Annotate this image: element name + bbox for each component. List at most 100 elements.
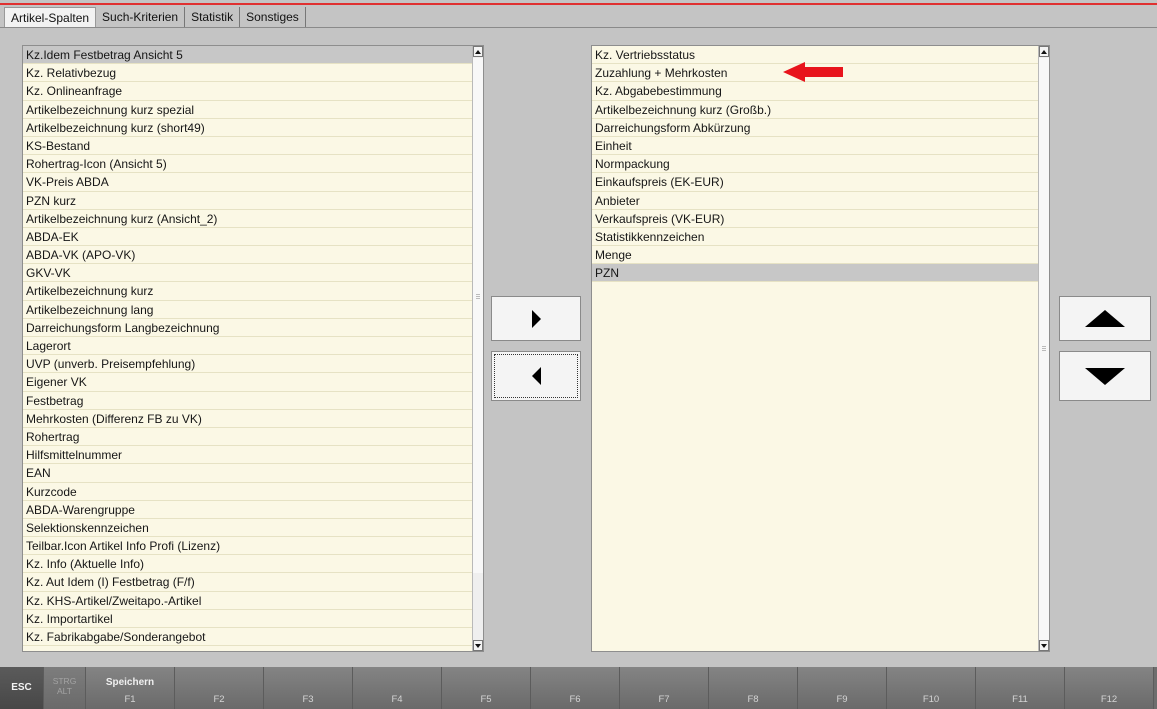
list-item[interactable]: Kz. Info (Aktuelle Info) [23,555,473,574]
list-item[interactable]: Kz. KHS-Artikel/Zweitapo.-Artikel [23,592,473,610]
list-item[interactable]: Rohertrag [23,428,473,447]
fkey-f4-button[interactable]: F4 [353,667,442,709]
fkey-number: F11 [1012,694,1028,705]
scroll-down-button[interactable] [1039,640,1049,651]
fkey-number: F3 [302,694,314,705]
fkey-number: F12 [1100,694,1118,705]
selected-columns-scrollbar[interactable] [1038,46,1049,651]
fkey-f2-button[interactable]: F2 [175,667,264,709]
fkey-f3-button[interactable]: F3 [264,667,353,709]
list-item[interactable]: Kz. Relativbezug [23,64,473,83]
annotation-arrow-icon [783,62,843,82]
list-item[interactable]: Kz. Importartikel [23,610,473,628]
scroll-down-button[interactable] [473,640,483,651]
top-accent-line [0,3,1157,5]
strg-alt-key-button[interactable]: STRG ALT [44,667,86,709]
fkey-number: F10 [922,694,940,705]
fkey-f11-button[interactable]: F11 [976,667,1065,709]
fkey-f12-button[interactable]: F12 [1065,667,1154,709]
list-item[interactable]: Kz. Aut Idem (I) Festbetrag (F/f) [23,573,473,592]
list-item[interactable]: Statistikkennzeichen [592,228,1039,247]
list-item[interactable]: Artikelbezeichnung kurz (Großb.) [592,101,1039,119]
fkey-f5-button[interactable]: F5 [442,667,531,709]
fkey-f8-button[interactable]: F8 [709,667,798,709]
function-key-bar: ESC STRG ALT Speichern F1 F2 F3 F4 F5 F6 F7 F8 F9 F10… [0,667,1157,709]
list-item[interactable]: Festbetrag [23,392,473,410]
list-item[interactable]: Kz. Onlineanfrage [23,82,473,101]
list-item[interactable]: Verkaufspreis (VK-EUR) [592,210,1039,228]
scroll-up-button[interactable] [473,46,483,57]
list-item[interactable]: PZN kurz [23,192,473,210]
fkey-f7-button[interactable]: F7 [620,667,709,709]
list-item[interactable]: Hilfsmittelnummer [23,446,473,465]
list-item[interactable]: KS-Bestand [23,137,473,156]
list-item[interactable]: Kz. Fabrikabgabe/Sonderangebot [23,628,473,647]
triangle-down-icon [1085,367,1125,385]
key-label: STRG [52,676,77,686]
list-item[interactable]: VK-Preis ABDA [23,173,473,192]
list-item[interactable]: Selektionskennzeichen [23,519,473,538]
list-item[interactable]: Artikelbezeichnung kurz (short49) [23,119,473,137]
esc-key-button[interactable]: ESC [0,667,44,709]
list-item[interactable]: Artikelbezeichnung lang [23,301,473,319]
tab-such-kriterien[interactable]: Such-Kriterien [96,7,186,28]
triangle-up-icon [1085,310,1125,327]
remove-column-button[interactable] [491,351,581,401]
list-item[interactable]: Eigener VK [23,373,473,392]
list-item[interactable]: Darreichungsform Abkürzung [592,119,1039,137]
list-item[interactable]: Einkaufspreis (EK-EUR) [592,173,1039,192]
available-columns-list[interactable]: Kz.Idem Festbetrag Ansicht 5 Kz. Relativb… [22,45,484,652]
list-item[interactable]: Artikelbezeichnung kurz (Ansicht_2) [23,210,473,228]
fkey-number: F8 [747,694,759,705]
list-item[interactable]: Teilbar.Icon Artikel Info Profi (Lizenz) [23,537,473,556]
fkey-f1-button[interactable]: Speichern F1 [86,667,175,709]
fkey-action-label: Speichern [105,677,155,688]
available-columns-scrollbar[interactable] [472,46,483,651]
scroll-up-icon [475,49,481,54]
scroll-down-icon [475,643,481,648]
tab-divider [0,27,1157,28]
add-column-button[interactable] [491,296,581,341]
fkey-f10-button[interactable]: F10 [887,667,976,709]
list-item[interactable]: Artikelbezeichnung kurz [23,282,473,301]
list-item[interactable]: UVP (unverb. Preisempfehlung) [23,355,473,374]
list-item[interactable]: Lagerort [23,337,473,356]
list-item[interactable]: Menge [592,246,1039,265]
list-item[interactable]: EAN [23,464,473,483]
selected-columns-list[interactable]: Kz. Vertriebsstatus Zuzahlung + Mehrkoste… [591,45,1050,652]
tab-sonstiges[interactable]: Sonstiges [240,7,306,28]
key-label: ESC [11,682,32,693]
scroll-up-icon [1041,49,1047,54]
list-item[interactable]: ABDA-EK [23,228,473,247]
fkey-number: F7 [658,694,670,705]
list-item[interactable]: GKV-VK [23,264,473,283]
list-item[interactable]: Anbieter [592,192,1039,210]
list-item[interactable]: ABDA-Warengruppe [23,501,473,519]
scroll-down-icon [1041,643,1047,648]
list-item[interactable]: Normpackung [592,155,1039,174]
list-item[interactable]: Rohertrag-Icon (Ansicht 5) [23,155,473,174]
list-item[interactable]: Einheit [592,137,1039,156]
move-up-button[interactable] [1059,296,1151,341]
key-label: ALT [57,686,72,696]
list-item[interactable]: Kz.Idem Festbetrag Ansicht 5 [23,46,473,65]
fkey-number: F6 [569,694,581,705]
list-item[interactable]: Artikelbezeichnung kurz spezial [23,101,473,119]
list-item[interactable]: ABDA-VK (APO-VK) [23,246,473,265]
scroll-thumb[interactable] [1039,58,1049,640]
fkey-number: F1 [124,694,136,705]
fkey-f6-button[interactable]: F6 [531,667,620,709]
fkey-f9-button[interactable]: F9 [798,667,887,709]
scroll-up-button[interactable] [1039,46,1049,57]
list-item[interactable]: Darreichungsform Langbezeichnung [23,319,473,337]
tab-artikel-spalten[interactable]: Artikel-Spalten [4,7,97,28]
list-item[interactable]: Mehrkosten (Differenz FB zu VK) [23,410,473,428]
scroll-thumb[interactable] [473,58,483,573]
move-down-button[interactable] [1059,351,1151,401]
list-item[interactable]: PZN [592,264,1039,283]
tab-bar: Artikel-Spalten Such-Kriterien Statistik… [4,7,306,28]
tab-statistik[interactable]: Statistik [185,7,241,28]
list-item[interactable]: Kz. Abgabebestimmung [592,82,1039,101]
list-item[interactable]: Kurzcode [23,483,473,501]
fkey-number: F4 [391,694,403,705]
